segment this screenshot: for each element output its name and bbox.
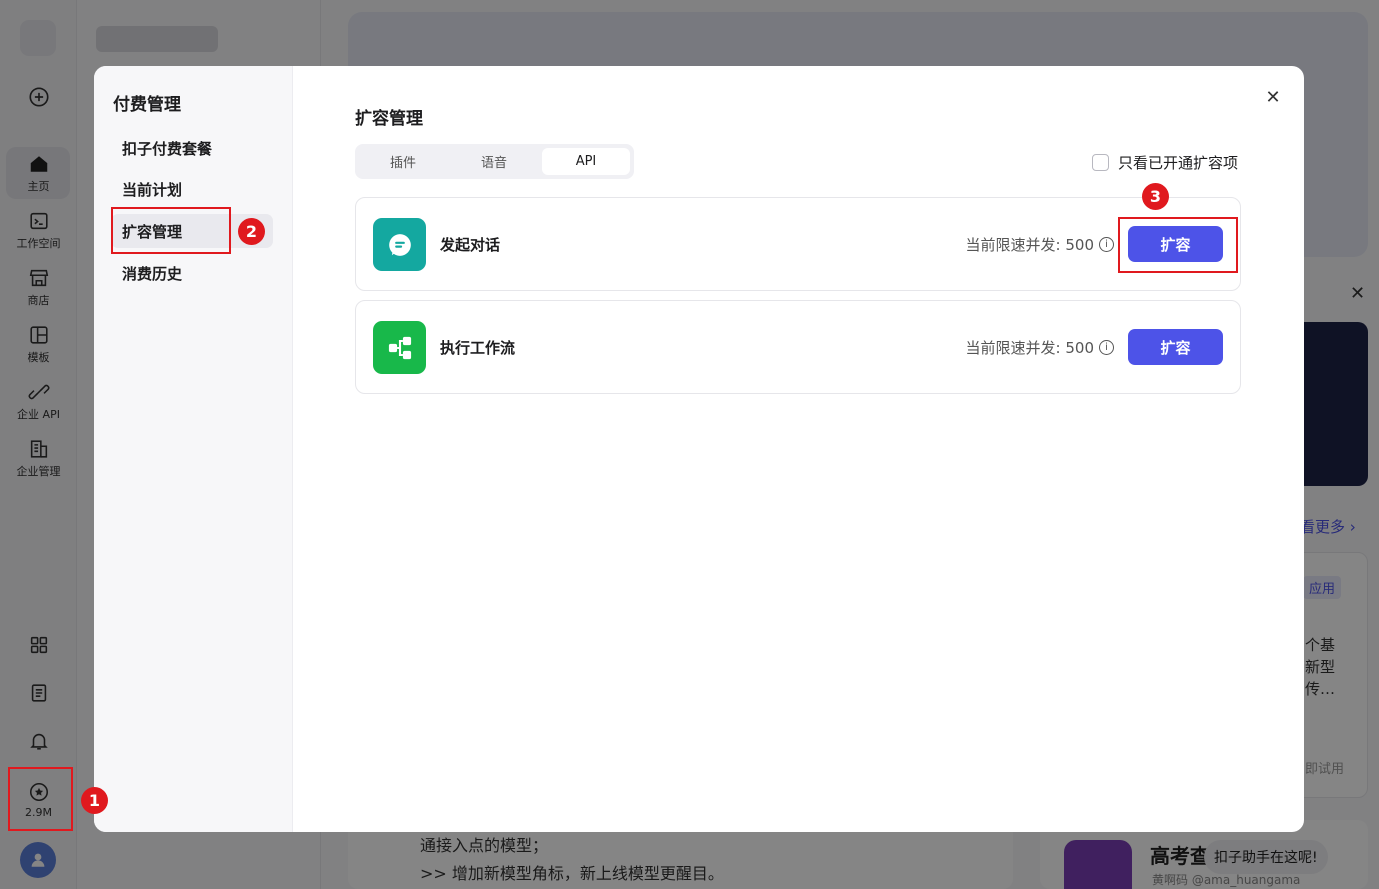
tab-voice[interactable]: 语音 — [450, 148, 538, 175]
modal-title: 付费管理 — [113, 95, 181, 115]
capacity-row: 发起对话 当前限速并发: 500 i 扩容 — [355, 197, 1241, 291]
category-tabs: 插件 语音 API — [355, 144, 634, 179]
billing-modal: 付费管理 扣子付费套餐 当前计划 扩容管理 消费历史 扩容管理 ✕ 插件 语音 … — [94, 66, 1304, 832]
nav-item-history[interactable]: 消费历史 — [111, 256, 273, 290]
row-name: 发起对话 — [440, 236, 501, 254]
highlight-box-2 — [111, 207, 231, 254]
row-name: 执行工作流 — [440, 339, 516, 357]
step-badge-3: 3 — [1142, 183, 1169, 210]
capacity-row: 执行工作流 当前限速并发: 500 i 扩容 — [355, 300, 1241, 394]
info-icon[interactable]: i — [1099, 340, 1114, 355]
workflow-icon — [373, 321, 426, 374]
highlight-box-3 — [1118, 217, 1238, 273]
nav-item-current-plan[interactable]: 当前计划 — [111, 172, 273, 206]
close-button[interactable]: ✕ — [1262, 86, 1284, 108]
row-limit: 当前限速并发: 500 i — [966, 234, 1114, 255]
close-icon: ✕ — [1265, 86, 1281, 108]
content-title: 扩容管理 — [355, 109, 423, 129]
expand-button[interactable]: 扩容 — [1128, 329, 1223, 365]
chat-icon — [373, 218, 426, 271]
checkbox-box[interactable] — [1092, 154, 1109, 171]
filter-checkbox[interactable]: 只看已开通扩容项 — [1092, 152, 1238, 173]
highlight-box-1 — [8, 767, 73, 831]
row-limit: 当前限速并发: 500 i — [966, 337, 1114, 358]
step-badge-2: 2 — [238, 218, 265, 245]
step-badge-1: 1 — [81, 787, 108, 814]
filter-label: 只看已开通扩容项 — [1118, 154, 1239, 172]
tab-api[interactable]: API — [542, 148, 630, 175]
tab-plugin[interactable]: 插件 — [359, 148, 447, 175]
info-icon[interactable]: i — [1099, 237, 1114, 252]
modal-sidebar: 付费管理 扣子付费套餐 当前计划 扩容管理 消费历史 — [94, 66, 293, 832]
nav-item-plans[interactable]: 扣子付费套餐 — [111, 131, 273, 165]
